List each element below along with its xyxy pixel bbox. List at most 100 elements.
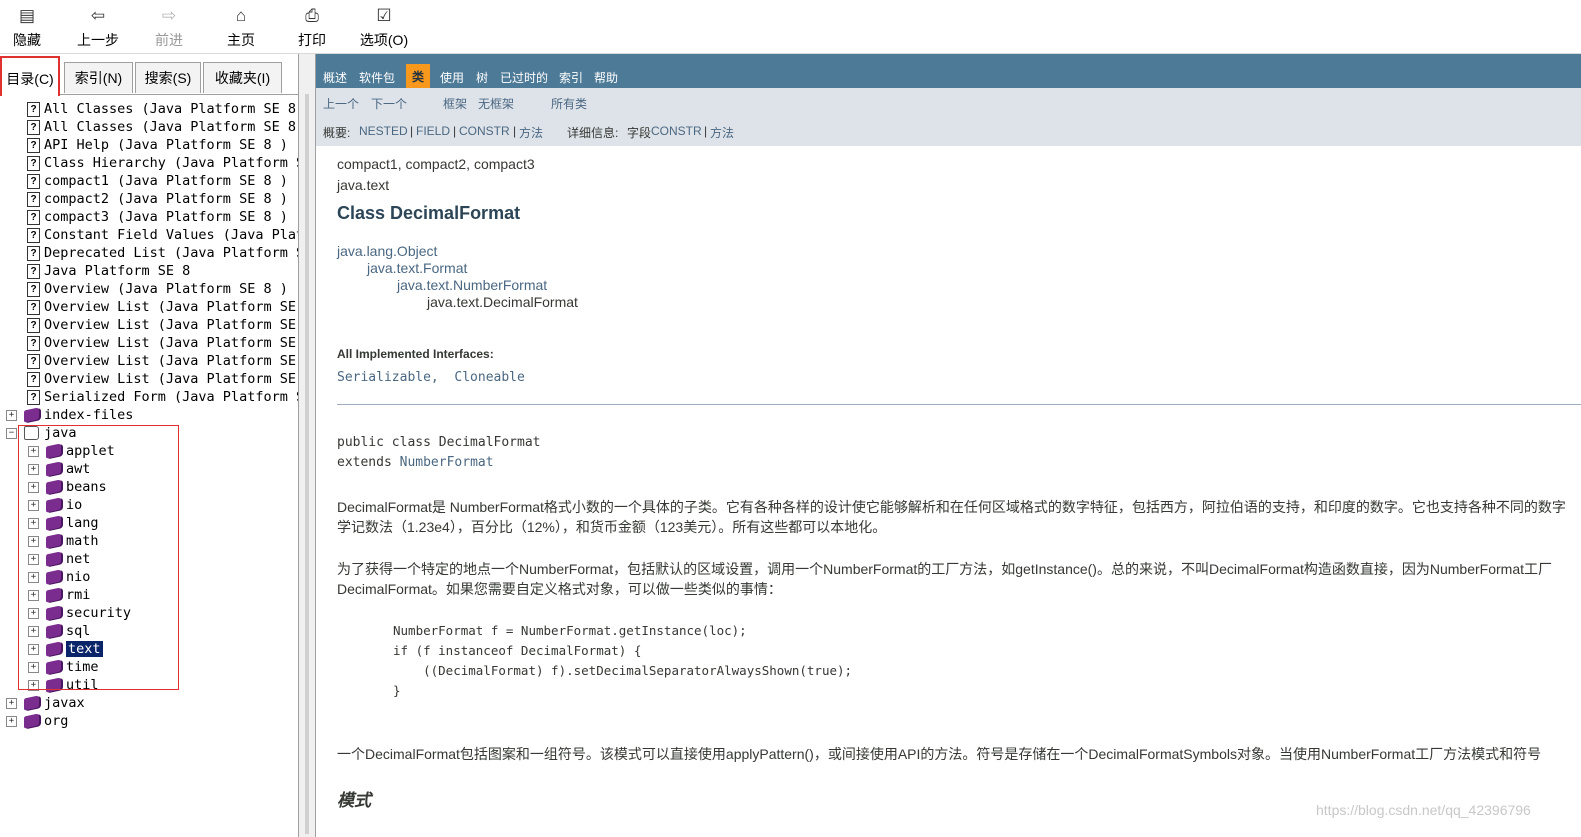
separator: |: [410, 124, 414, 138]
printer-icon: ⎙: [305, 6, 319, 25]
detail-method-link[interactable]: 方法: [710, 124, 734, 141]
expand-icon[interactable]: +: [6, 698, 17, 709]
section-heading: 模式: [337, 791, 371, 811]
tree-item-page[interactable]: ? Overview (Java Platform SE 8 ): [27, 280, 288, 298]
help-page-icon: ?: [27, 173, 40, 189]
home-button[interactable]: ⌂ 主页: [224, 6, 258, 50]
print-button[interactable]: ⎙ 打印: [295, 6, 329, 50]
nav-use[interactable]: 使用: [440, 69, 464, 86]
tree-item-page[interactable]: ? Overview List (Java Platform SE: [27, 316, 296, 334]
help-page-icon: ?: [27, 317, 40, 333]
detail-label: 详细信息:: [567, 126, 619, 140]
collapse-icon[interactable]: −: [6, 428, 17, 439]
tree-folder-javax[interactable]: javax: [24, 694, 85, 712]
tree-folder-index-files[interactable]: index-files: [24, 406, 133, 424]
tree-item-page[interactable]: ? All Classes (Java Platform SE 8: [27, 100, 296, 118]
tree-item-page[interactable]: ? API Help (Java Platform SE 8 ): [27, 136, 288, 154]
summary-field-link[interactable]: FIELD: [416, 124, 450, 138]
nav-class[interactable]: 类: [406, 64, 431, 89]
separator: |: [513, 124, 517, 138]
back-button[interactable]: ⇦ 上一步: [74, 6, 122, 50]
help-page-icon: ?: [27, 281, 40, 297]
summary-constr-link[interactable]: CONSTR: [459, 124, 510, 138]
tree-item-page[interactable]: ? Class Hierarchy (Java Platform S: [27, 154, 304, 172]
tab-index[interactable]: 索引(N): [64, 62, 133, 93]
tree-item-page[interactable]: ? Deprecated List (Java Platform S: [27, 244, 304, 262]
expand-icon[interactable]: +: [6, 410, 17, 421]
help-page-icon: ?: [27, 101, 40, 117]
tree-item-page[interactable]: ? Overview List (Java Platform SE: [27, 334, 296, 352]
tree-item-page[interactable]: ? compact3 (Java Platform SE 8 ): [27, 208, 288, 226]
help-page-icon: ?: [27, 191, 40, 207]
help-page-icon: ?: [27, 119, 40, 135]
summary-method-link[interactable]: 方法: [519, 124, 543, 141]
tree-item-page[interactable]: ? Serialized Form (Java Platform S: [27, 388, 304, 406]
highlight-box: [18, 425, 179, 690]
tree-item-page[interactable]: ? compact2 (Java Platform SE 8 ): [27, 190, 288, 208]
code-line: if (f instanceof DecimalFormat) {: [393, 643, 642, 658]
hierarchy-object-link[interactable]: java.lang.Object: [337, 243, 437, 259]
divider: [337, 404, 1581, 405]
description-para2-line2: DecimalFormat。如果您需要自定义格式对象，可以做一些类似的事情：: [337, 581, 782, 597]
tab-search[interactable]: 搜索(S): [135, 62, 201, 93]
code-line: }: [393, 683, 401, 698]
expand-icon[interactable]: +: [6, 716, 17, 727]
pane-splitter[interactable]: [298, 54, 316, 837]
description-para1-line1: DecimalFormat是 NumberFormat格式小数的一个具体的子类。…: [337, 499, 1566, 515]
no-frames-link[interactable]: 无框架: [478, 95, 514, 112]
interfaces-links[interactable]: Serializable, Cloneable: [337, 370, 525, 385]
sub-nav-bar: 上一个 下一个 框架 无框架 所有类 概要: NESTED | FIELD | …: [316, 88, 1581, 146]
tree-item-page[interactable]: ? Overview List (Java Platform SE: [27, 370, 296, 388]
tree-item-page[interactable]: ? Constant Field Values (Java Plat: [27, 226, 304, 244]
help-page-icon: ?: [27, 353, 40, 369]
frames-link[interactable]: 框架: [443, 95, 467, 112]
tab-contents[interactable]: 目录(C): [0, 56, 60, 96]
description-para1-line2: 学记数法（1.23e4），百分比（12%），和货币金额（123美元）。所有这些都…: [337, 519, 887, 535]
options-icon: ☑: [376, 6, 392, 25]
nav-package[interactable]: 软件包: [359, 69, 395, 86]
prev-class-link[interactable]: 上一个: [323, 95, 359, 112]
tree-item-page[interactable]: ? compact1 (Java Platform SE 8 ): [27, 172, 288, 190]
hide-pane-icon: ▤: [18, 6, 36, 25]
tree-item-page[interactable]: ? Overview List (Java Platform SE: [27, 298, 296, 316]
tree-folder-org[interactable]: org: [24, 712, 68, 730]
home-icon: ⌂: [235, 6, 247, 25]
watermark-text: https://blog.csdn.net/qq_42396796: [1316, 802, 1531, 818]
back-arrow-icon: ⇦: [90, 6, 106, 25]
options-button[interactable]: ☑ 选项(O): [356, 6, 412, 50]
book-icon: [24, 407, 39, 423]
profiles-text: compact1, compact2, compact3: [337, 156, 535, 172]
help-page-icon: ?: [27, 299, 40, 315]
class-declaration: public class DecimalFormat: [337, 435, 541, 450]
hierarchy-numberformat-link[interactable]: java.text.NumberFormat: [397, 277, 547, 293]
code-line: NumberFormat f = NumberFormat.getInstanc…: [393, 623, 747, 638]
description-para3: 一个DecimalFormat包括图案和一组符号。该模式可以直接使用applyP…: [337, 746, 1542, 762]
next-class-link[interactable]: 下一个: [371, 95, 407, 112]
summary-nested-link[interactable]: NESTED: [359, 124, 408, 138]
help-page-icon: ?: [27, 137, 40, 153]
tab-favorites[interactable]: 收藏夹(I): [203, 62, 282, 93]
separator: |: [704, 124, 708, 138]
tree-item-page[interactable]: ? All Classes (Java Platform SE 8: [27, 118, 296, 136]
numberformat-link[interactable]: NumberFormat: [400, 455, 494, 470]
top-nav-bar: 概述 软件包 类 使用 树 已过时的 索引 帮助: [316, 54, 1581, 89]
nav-deprecated[interactable]: 已过时的: [500, 69, 548, 86]
extends-clause: extends NumberFormat: [337, 455, 494, 470]
scrollbar-track[interactable]: [305, 94, 309, 834]
detail-constr-link[interactable]: CONSTR: [651, 124, 702, 138]
hide-button[interactable]: ▤ 隐藏: [10, 6, 44, 50]
interfaces-label: All Implemented Interfaces:: [337, 347, 494, 361]
tree-item-page[interactable]: ? Overview List (Java Platform SE: [27, 352, 296, 370]
nav-overview[interactable]: 概述: [323, 69, 347, 86]
nav-tree[interactable]: 树: [476, 69, 488, 86]
book-icon: [24, 695, 39, 711]
summary-label: 概要:: [323, 126, 351, 140]
tree-item-page[interactable]: ? Java Platform SE 8: [27, 262, 190, 280]
nav-help[interactable]: 帮助: [594, 69, 618, 86]
forward-button[interactable]: ⇨ 前进: [152, 6, 186, 50]
forward-arrow-icon: ⇨: [161, 6, 177, 25]
all-classes-link[interactable]: 所有类: [551, 95, 587, 112]
nav-index[interactable]: 索引: [559, 69, 583, 86]
page-title: Class DecimalFormat: [337, 203, 521, 223]
hierarchy-format-link[interactable]: java.text.Format: [367, 260, 467, 276]
